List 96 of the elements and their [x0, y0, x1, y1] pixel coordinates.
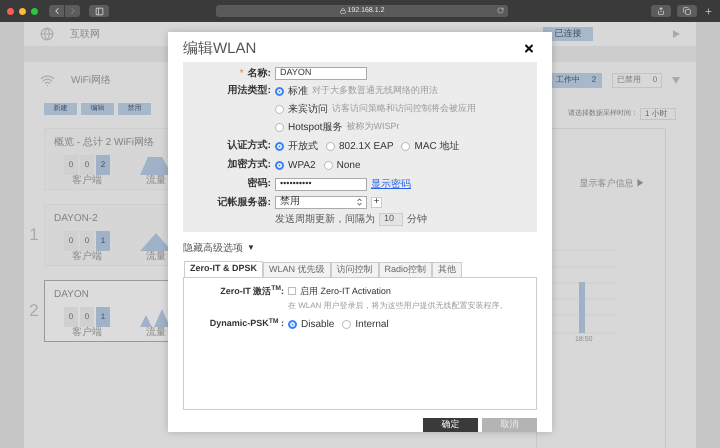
back-button[interactable] — [49, 5, 64, 17]
option-label: 802.1X EAP — [339, 140, 394, 154]
filter-count: 0 — [652, 74, 658, 86]
network-title: 概览 - 总计 2 WiFi网络 — [54, 136, 155, 150]
radio-button[interactable] — [275, 104, 284, 114]
tab[interactable]: Radio控制 — [378, 262, 432, 278]
client-count: 0 — [80, 155, 94, 175]
updown-icon — [357, 198, 362, 206]
setting-label: Dynamic-PSK$^{TM}$ : — [208, 317, 284, 330]
filter-label: 工作中 — [556, 74, 580, 86]
close-button[interactable] — [523, 42, 535, 55]
client-count: 0 — [64, 155, 78, 175]
panel-title: WiFi网络 — [71, 74, 111, 88]
close-window-icon[interactable] — [7, 8, 14, 14]
tabs-icon — [683, 7, 691, 15]
sidebar-icon — [94, 6, 104, 16]
dialog-title: 编辑WLAN — [183, 38, 256, 59]
name-field[interactable]: DAYON — [275, 66, 367, 80]
tab[interactable]: WLAN 优先级 — [263, 262, 331, 278]
option-label: WPA2 — [288, 158, 316, 173]
reload-icon[interactable] — [497, 7, 504, 14]
field-label: 名称: — [248, 66, 271, 81]
server-select[interactable]: 禁用 — [275, 196, 367, 209]
radio-button[interactable] — [275, 142, 284, 151]
radio-button[interactable] — [342, 320, 352, 330]
option-label: 来宾访问 — [288, 102, 328, 117]
client-count: 1 — [96, 307, 110, 327]
plus-icon — [704, 6, 712, 16]
minimize-window-icon[interactable] — [19, 8, 26, 14]
client-count: 0 — [80, 307, 94, 327]
forward-button[interactable] — [65, 5, 80, 17]
client-count: 0 — [64, 307, 78, 327]
client-count: 2 — [96, 155, 110, 175]
interval-text: 发送周期更新，间隔为 — [275, 212, 375, 227]
network-title: DAYON — [54, 288, 90, 302]
wifi-icon — [40, 72, 55, 88]
required-mark: * — [240, 66, 244, 81]
option-label: 开放式 — [288, 140, 318, 154]
traffic-label: 流量 — [146, 327, 166, 340]
interval-field[interactable]: 10 — [379, 212, 403, 226]
show-password-link[interactable]: 显示密码 — [371, 176, 411, 192]
share-button[interactable] — [651, 5, 671, 17]
lock-icon — [340, 8, 346, 14]
client-count: 1 — [96, 231, 110, 251]
radio-button[interactable] — [275, 122, 284, 132]
option-hint: 访客访问策略和访问控制将会被应用 — [332, 102, 476, 116]
checkbox[interactable] — [288, 287, 296, 296]
option-label: 标准 — [288, 84, 308, 99]
clients-label: 客户端 — [72, 327, 102, 340]
clients-label: 客户端 — [72, 175, 102, 188]
field-label: 认证方式: — [228, 138, 271, 153]
field-label: 用法类型: — [228, 84, 271, 98]
client-count: 0 — [64, 231, 78, 251]
option-label: Disable — [301, 318, 334, 332]
toggle-arrow-icon[interactable]: ▼ — [247, 242, 255, 254]
sampling-select[interactable]: 1 小时 — [640, 108, 676, 120]
tab[interactable]: 访问控制 — [330, 262, 379, 278]
confirm-button[interactable]: 确定 — [423, 418, 478, 432]
radio-button[interactable] — [401, 142, 410, 151]
field-label: 加密方式: — [228, 157, 271, 172]
option-hint: 对于大多数普通无线网络的用法 — [312, 84, 438, 98]
client-count: 0 — [80, 231, 94, 251]
filter-label: 已禁用 — [616, 74, 641, 86]
zoom-window-icon[interactable] — [31, 8, 38, 14]
option-label: None — [336, 158, 361, 173]
add-button[interactable]: + — [371, 196, 382, 208]
radio-button[interactable] — [275, 160, 284, 170]
close-icon — [523, 42, 535, 56]
traffic-label: 流量 — [146, 251, 166, 264]
option-label: Internal — [355, 318, 389, 332]
traffic-label: 流量 — [146, 175, 166, 188]
field-label: 密码: — [248, 176, 271, 191]
radio-button[interactable] — [324, 160, 333, 170]
radio-button[interactable] — [288, 320, 297, 330]
option-label: 启用 Zero-IT Activation — [300, 284, 391, 298]
filter-count: 2 — [592, 74, 596, 86]
option-hint: 被称为WISPr — [346, 120, 400, 134]
setting-hint: 在 WLAN 用户登录后，将为这些用户提供无线配置安装程序。 — [288, 300, 508, 312]
tabs-button[interactable] — [677, 5, 697, 17]
radio-button[interactable] — [326, 142, 335, 151]
password-field[interactable]: •••••••••• — [275, 178, 367, 191]
share-icon — [657, 7, 665, 15]
setting-label: Zero-IT 激活$^{TM}$: — [219, 284, 284, 298]
active-filter[interactable]: 工作中 2 — [550, 72, 602, 88]
sidebar-button[interactable] — [89, 5, 109, 17]
tab[interactable]: 其他 — [432, 262, 462, 278]
option-label: Hotspot服务 — [288, 120, 342, 135]
clients-label: 客户端 — [72, 251, 102, 264]
radio-button[interactable] — [275, 86, 284, 96]
network-title: DAYON-2 — [54, 212, 99, 226]
globe-icon — [40, 27, 54, 41]
field-label: 记帐服务器: — [218, 196, 271, 210]
panel-title: 互联网 — [70, 28, 100, 42]
tab[interactable]: Zero-IT & DPSK — [184, 260, 264, 278]
unit-text: 分钟 — [407, 212, 427, 227]
option-label: MAC 地址 — [414, 140, 460, 154]
